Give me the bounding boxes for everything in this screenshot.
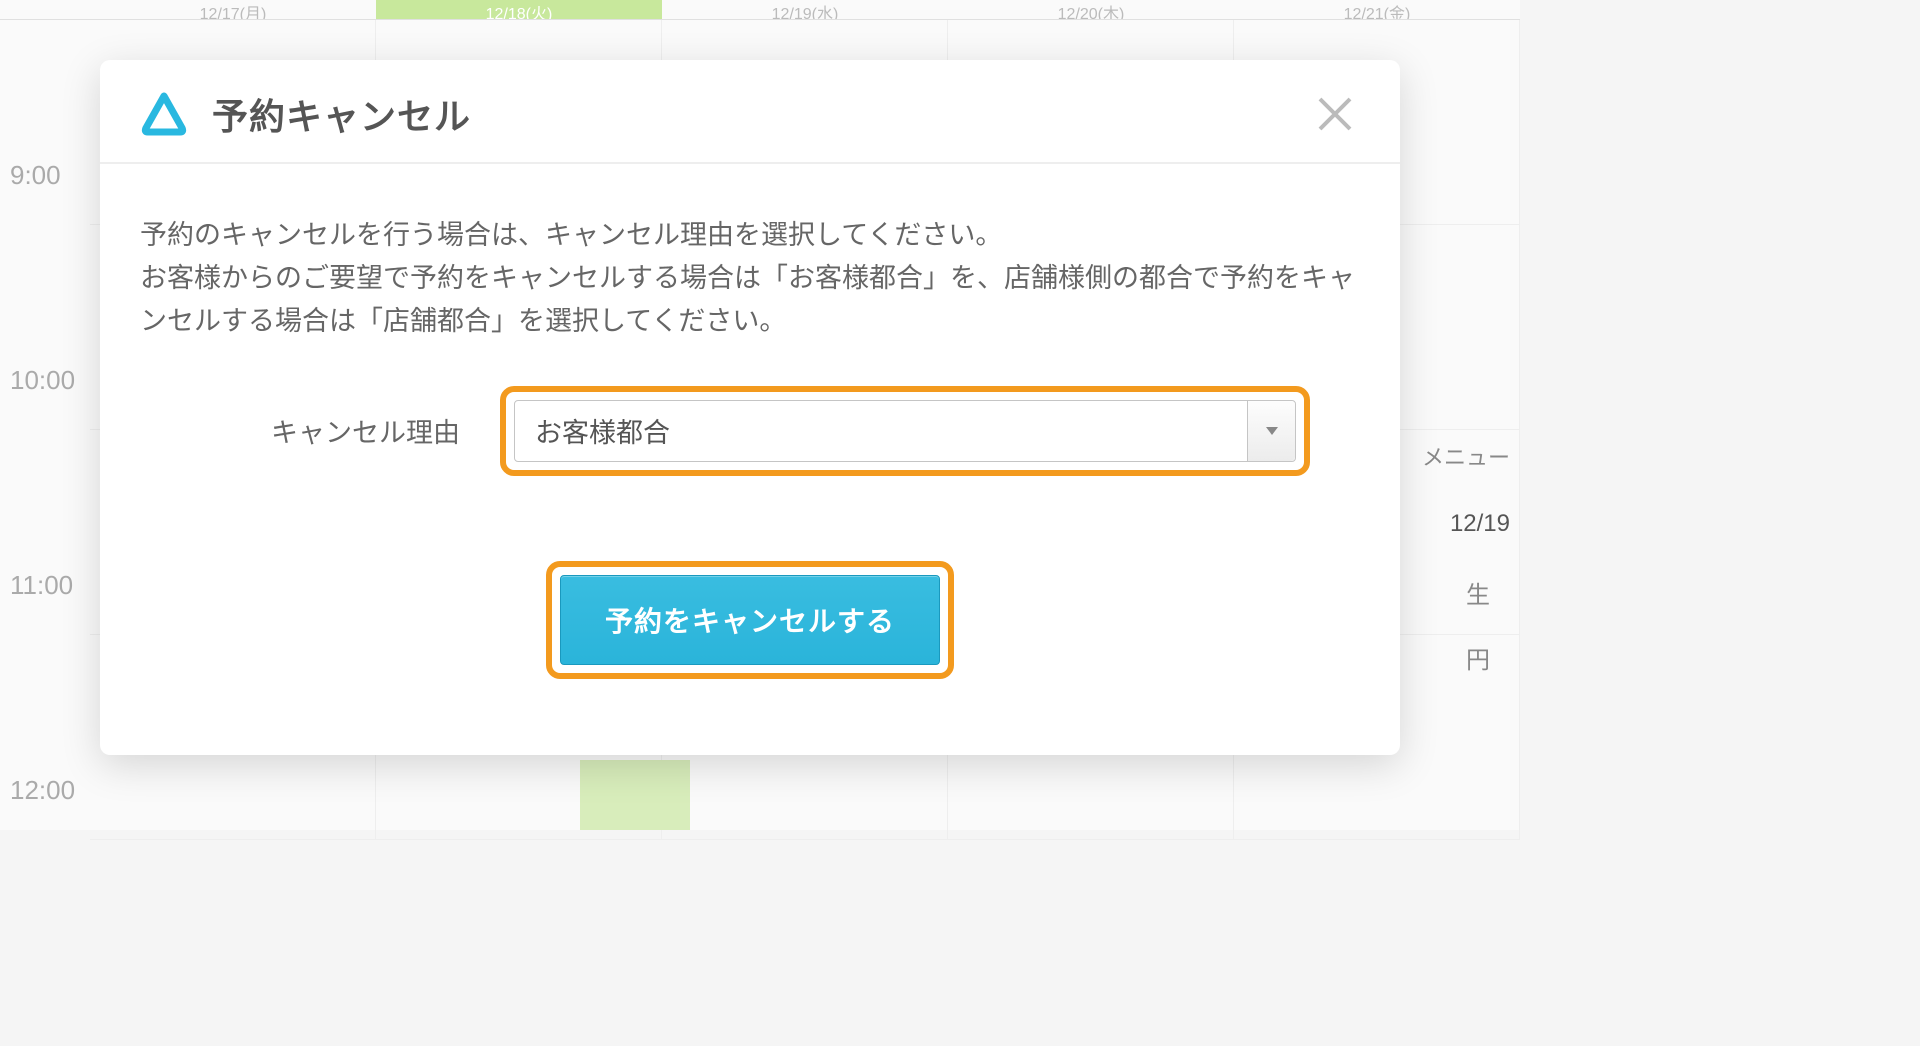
reason-select-value: お客様都合 (515, 411, 1247, 450)
cancel-reservation-button[interactable]: 予約をキャンセルする (560, 575, 940, 665)
calendar-event-block (580, 760, 690, 830)
modal-header: 予約キャンセル (100, 60, 1400, 164)
instruction-text: 予約のキャンセルを行う場合は、キャンセル理由を選択してください。お客様からのご要… (140, 214, 1360, 344)
time-label: 9:00 (0, 20, 90, 225)
reason-label: キャンセル理由 (140, 411, 460, 450)
calendar-header-row: 12/17(月) 12/18(火) 12/19(水) 12/20(木) 12/2… (0, 0, 1520, 20)
modal-title-wrap: 予約キャンセル (140, 88, 471, 140)
time-column: 9:00 10:00 11:00 12:00 (0, 20, 90, 840)
calendar-header-cell: 12/17(月) (90, 0, 376, 19)
reason-select-highlight: お客様都合 (500, 386, 1310, 476)
side-date: 12/19 (1450, 510, 1510, 538)
brand-triangle-icon (140, 92, 188, 136)
reason-select[interactable]: お客様都合 (514, 400, 1296, 462)
reason-form-row: キャンセル理由 お客様都合 (140, 386, 1360, 476)
side-menu-label: メニュー (1422, 440, 1510, 472)
close-button[interactable] (1310, 89, 1360, 139)
calendar-header-cell: 12/19(水) (662, 0, 948, 19)
time-label: 11:00 (0, 430, 90, 635)
calendar-header-cell: 12/20(木) (948, 0, 1234, 19)
calendar-header-cell: 12/21(金) (1234, 0, 1520, 19)
modal-body: 予約のキャンセルを行う場合は、キャンセル理由を選択してください。お客様からのご要… (100, 164, 1400, 755)
submit-row: 予約をキャンセルする (140, 561, 1360, 715)
side-text-yen: 円 (1466, 640, 1490, 675)
modal-title: 予約キャンセル (212, 88, 471, 140)
submit-highlight: 予約をキャンセルする (546, 561, 954, 679)
cancel-reservation-modal: 予約キャンセル 予約のキャンセルを行う場合は、キャンセル理由を選択してください。… (100, 60, 1400, 755)
calendar-header-cell-active: 12/18(火) (376, 0, 662, 19)
chevron-down-icon (1247, 401, 1295, 461)
time-label: 12:00 (0, 635, 90, 840)
time-label: 10:00 (0, 225, 90, 430)
close-icon (1316, 95, 1354, 133)
side-text-sei: 生 (1466, 575, 1490, 610)
